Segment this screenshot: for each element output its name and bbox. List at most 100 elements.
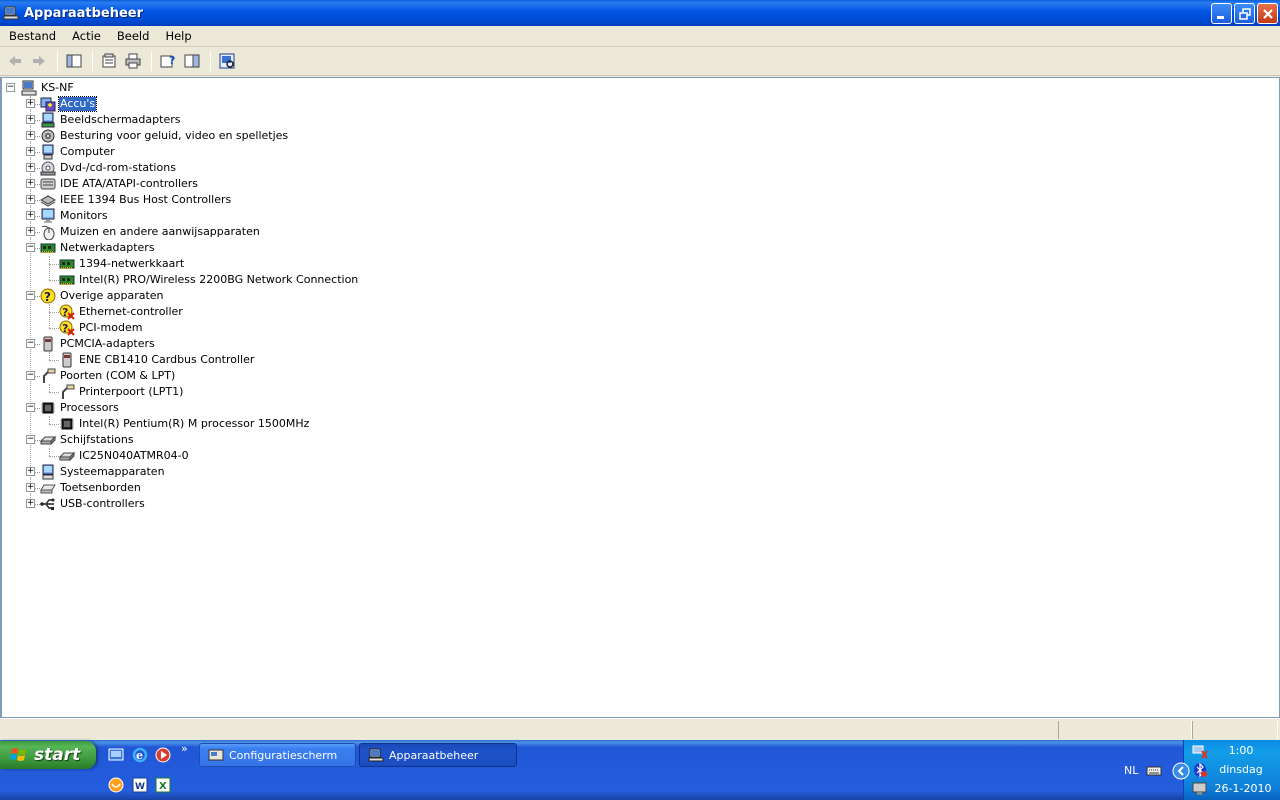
category-toggle[interactable]: − xyxy=(26,291,35,300)
tree-category[interactable]: Systeemapparaten xyxy=(40,464,166,480)
tree-device[interactable]: ENE CB1410 Cardbus Controller xyxy=(59,352,255,368)
internet-explorer-icon[interactable]: e xyxy=(132,747,148,763)
bluetooth-icon[interactable] xyxy=(1192,762,1208,778)
menu-help[interactable]: Help xyxy=(157,26,199,47)
category-toggle[interactable]: − xyxy=(26,435,35,444)
tree-category-label: IEEE 1394 Bus Host Controllers xyxy=(60,193,232,206)
category-toggle[interactable]: + xyxy=(26,499,35,508)
minimize-button[interactable] xyxy=(1211,3,1232,24)
tree-category[interactable]: Dvd-/cd-rom-stations xyxy=(40,160,177,176)
print-button[interactable] xyxy=(122,50,144,72)
tree-category-label: Besturing voor geluid, video en spelletj… xyxy=(60,129,289,142)
task-configuratiescherm[interactable]: Configuratiescherm xyxy=(199,743,356,767)
category-toggle[interactable]: + xyxy=(26,99,35,108)
tree-category[interactable]: Beeldschermadapters xyxy=(40,112,181,128)
tree-category-label: PCMCIA-adapters xyxy=(60,337,155,350)
root-collapse-toggle[interactable]: − xyxy=(6,83,15,92)
help-button[interactable]: ? xyxy=(157,50,179,72)
category-toggle[interactable]: + xyxy=(26,483,35,492)
svg-text:e: e xyxy=(136,749,143,762)
restore-button[interactable] xyxy=(1234,3,1255,24)
menu-actie[interactable]: Actie xyxy=(64,26,109,47)
tree-category-label: Schijfstations xyxy=(60,433,134,446)
tree-category[interactable]: Processors xyxy=(40,400,120,416)
back-arrow-icon xyxy=(9,56,21,66)
clock-date[interactable]: 26-1-2010 xyxy=(1212,782,1274,795)
warning-device-icon: ? xyxy=(59,304,75,320)
tree-category-label: Dvd-/cd-rom-stations xyxy=(60,161,176,174)
messenger-icon[interactable] xyxy=(108,777,124,793)
tree-category[interactable]: Besturing voor geluid, video en spelletj… xyxy=(40,128,289,144)
tree-device[interactable]: ? Ethernet-controller xyxy=(59,304,184,320)
clock-time[interactable]: 1:00 xyxy=(1218,744,1264,757)
tree-category[interactable]: Toetsenborden xyxy=(40,480,142,496)
tree-category[interactable]: PCMCIA-adapters xyxy=(40,336,156,352)
status-pane xyxy=(1192,721,1278,739)
mouse-icon xyxy=(41,225,55,240)
computer-root-icon xyxy=(21,80,37,96)
menu-beeld[interactable]: Beeld xyxy=(109,26,158,47)
show-hide-action-pane-button[interactable] xyxy=(181,50,203,72)
tree-category[interactable]: Muizen en andere aanwijsapparaten xyxy=(40,224,261,240)
disk-drive-icon xyxy=(59,451,75,462)
category-toggle[interactable]: + xyxy=(26,179,35,188)
back-button[interactable] xyxy=(4,50,26,72)
tree-category[interactable]: Schijfstations xyxy=(40,432,135,448)
category-toggle[interactable]: + xyxy=(26,131,35,140)
system-tray: 1:00 dinsdag 26-1-2010 xyxy=(1183,740,1280,800)
language-indicator[interactable]: NL xyxy=(1124,764,1138,777)
menu-bestand[interactable]: Bestand xyxy=(0,26,64,47)
show-desktop-icon[interactable] xyxy=(108,747,124,763)
media-player-icon[interactable] xyxy=(155,747,171,763)
tree-root-label: KS-NF xyxy=(41,81,74,94)
start-button[interactable]: start xyxy=(0,741,96,769)
tree-root[interactable]: KS-NF xyxy=(21,80,75,96)
port-icon xyxy=(43,368,56,383)
tree-category[interactable]: IEEE 1394 Bus Host Controllers xyxy=(40,192,232,208)
tree-device[interactable]: ? PCI-modem xyxy=(59,320,143,336)
scan-hardware-button[interactable] xyxy=(216,50,238,72)
excel-icon[interactable]: X xyxy=(155,777,171,793)
tree-device[interactable]: Printerpoort (LPT1) xyxy=(59,384,184,400)
network-warning-icon[interactable] xyxy=(1192,743,1208,759)
task-apparaatbeheer[interactable]: Apparaatbeheer xyxy=(359,743,517,767)
forward-button[interactable] xyxy=(28,50,50,72)
category-toggle[interactable]: + xyxy=(26,115,35,124)
tree-category[interactable]: Netwerkadapters xyxy=(40,240,156,256)
tree-category[interactable]: Computer xyxy=(40,144,116,160)
tree-category[interactable]: Accu's xyxy=(40,96,98,112)
category-toggle[interactable]: + xyxy=(26,227,35,236)
tree-device[interactable]: Intel(R) PRO/Wireless 2200BG Network Con… xyxy=(59,272,359,288)
device-manager-icon xyxy=(368,748,384,762)
category-toggle[interactable]: + xyxy=(26,211,35,220)
properties-button[interactable] xyxy=(98,50,120,72)
show-hidden-icons-button[interactable] xyxy=(1172,762,1190,780)
tree-device[interactable]: Intel(R) Pentium(R) M processor 1500MHz xyxy=(59,416,310,432)
category-toggle[interactable]: − xyxy=(26,339,35,348)
keyboard-layout-icon[interactable] xyxy=(1146,764,1162,778)
tree-category[interactable]: Monitors xyxy=(40,208,109,224)
network-adapter-icon xyxy=(40,243,56,253)
display-icon[interactable] xyxy=(1192,781,1208,797)
clock-day[interactable]: dinsdag xyxy=(1214,763,1268,776)
processor-icon xyxy=(41,402,55,414)
tree-category-label: Netwerkadapters xyxy=(60,241,155,254)
tree-device[interactable]: IC25N040ATMR04-0 xyxy=(59,448,190,464)
tree-category[interactable]: IDE ATA/ATAPI-controllers xyxy=(40,176,199,192)
category-toggle[interactable]: − xyxy=(26,243,35,252)
category-toggle[interactable]: − xyxy=(26,371,35,380)
category-toggle[interactable]: − xyxy=(26,403,35,412)
tree-device[interactable]: 1394-netwerkkaart xyxy=(59,256,185,272)
category-toggle[interactable]: + xyxy=(26,195,35,204)
category-toggle[interactable]: + xyxy=(26,163,35,172)
system-device-icon xyxy=(42,464,54,480)
close-button[interactable] xyxy=(1257,3,1278,24)
tree-category[interactable]: Poorten (COM & LPT) xyxy=(40,368,176,384)
word-icon[interactable]: W xyxy=(132,777,148,793)
quicklaunch-overflow[interactable]: » xyxy=(181,742,188,755)
category-toggle[interactable]: + xyxy=(26,147,35,156)
tree-category[interactable]: ? Overige apparaten xyxy=(40,288,165,304)
show-hide-console-tree-button[interactable] xyxy=(63,50,85,72)
tree-category[interactable]: USB-controllers xyxy=(40,496,146,512)
category-toggle[interactable]: + xyxy=(26,467,35,476)
